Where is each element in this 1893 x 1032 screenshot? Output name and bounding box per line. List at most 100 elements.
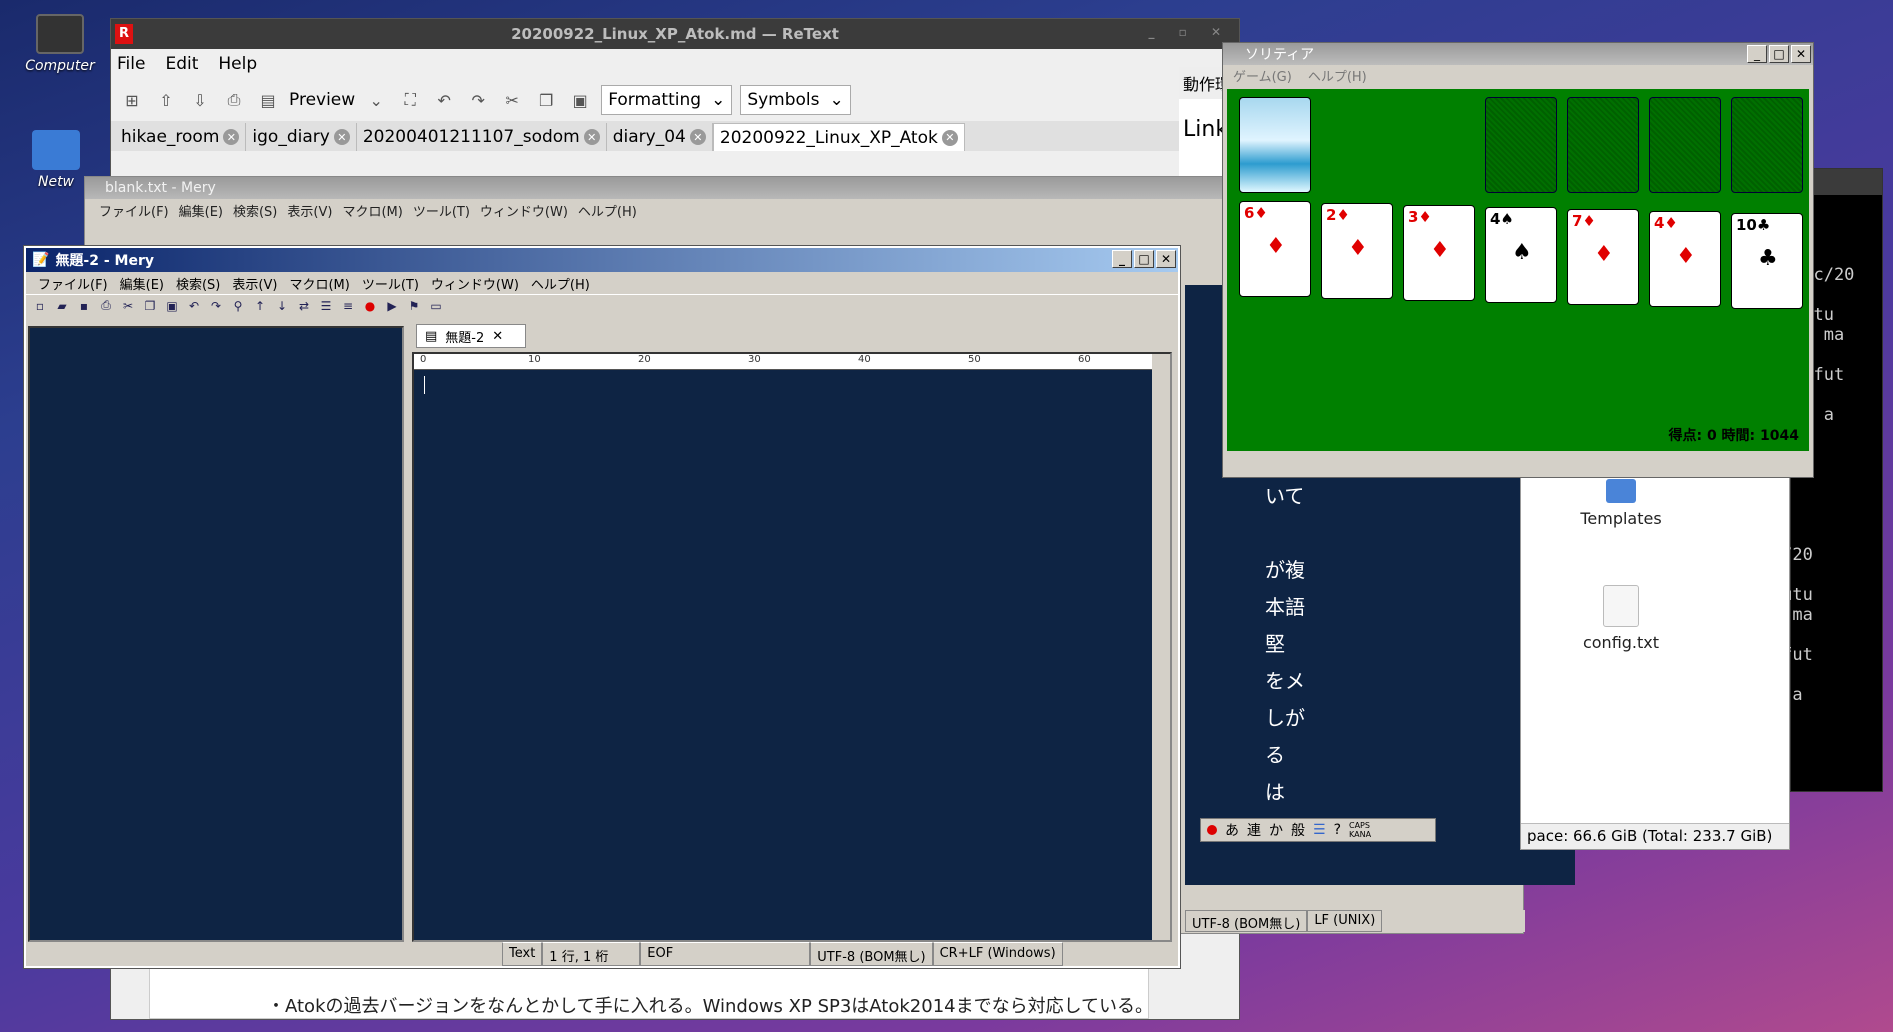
close-icon[interactable]: ✕ [941, 129, 958, 146]
tab-linux-xp-atok[interactable]: 20200922_Linux_XP_Atok ✕ [712, 123, 965, 151]
chevron-down-icon[interactable]: ⌄ [363, 87, 389, 113]
menu-tools[interactable]: ツール(T) [413, 201, 470, 220]
retext-titlebar[interactable]: R 20200922_Linux_XP_Atok.md — ReText _ ▫… [111, 19, 1239, 49]
print-icon[interactable]: ⎙ [98, 298, 114, 314]
menu-help[interactable]: ヘルプ(H) [1308, 66, 1367, 85]
new-file-icon[interactable]: ⊞ [119, 87, 145, 113]
menu-search[interactable]: 検索(S) [176, 274, 220, 293]
ime-mode-han[interactable]: 般 [1291, 820, 1305, 840]
record-macro-icon[interactable]: ● [362, 298, 378, 314]
tableau-card[interactable]: 4♠ ♠ [1485, 207, 1557, 303]
replace-icon[interactable]: ⇄ [296, 298, 312, 314]
download-icon[interactable]: ⇩ [187, 87, 213, 113]
undo-icon[interactable]: ↶ [431, 87, 457, 113]
tableau-card[interactable]: 2♦ ♦ [1321, 203, 1393, 299]
maximize-button[interactable]: □ [1134, 250, 1154, 268]
tableau-card[interactable]: 4♦ ♦ [1649, 211, 1721, 307]
close-icon[interactable]: ✕ [223, 129, 240, 145]
menu-edit[interactable]: 編集(E) [179, 201, 223, 220]
stock-pile[interactable] [1239, 97, 1311, 193]
close-icon[interactable]: ✕ [492, 329, 503, 344]
pin-icon[interactable]: ⚑ [406, 298, 422, 314]
ime-mode-ren[interactable]: 連 [1247, 820, 1261, 840]
find-down-icon[interactable]: ↓ [274, 298, 290, 314]
list-icon[interactable]: ☰ [1313, 822, 1326, 838]
window-controls[interactable]: _ ▫ ✕ [1148, 25, 1231, 39]
file-item-config[interactable]: config.txt [1541, 585, 1701, 652]
mery-titlebar[interactable]: 📝 無題-2 - Mery _ □ ✕ [26, 248, 1178, 272]
desktop-icon-computer[interactable]: Computer [20, 14, 100, 74]
tableau-card[interactable]: 7♦ ♦ [1567, 209, 1639, 305]
redo-icon[interactable]: ↷ [465, 87, 491, 113]
menu-macro[interactable]: マクロ(M) [289, 274, 349, 293]
menu-help[interactable]: ヘルプ(H) [531, 274, 590, 293]
tab-hikae-room[interactable]: hikae_room ✕ [115, 123, 247, 151]
preview-button[interactable]: Preview [289, 90, 355, 110]
word-wrap-icon[interactable]: ≡ [340, 298, 356, 314]
menu-view[interactable]: 表示(V) [232, 274, 277, 293]
find-up-icon[interactable]: ↑ [252, 298, 268, 314]
find-icon[interactable]: ⚲ [230, 298, 246, 314]
tableau-card[interactable]: 10♣ ♣ [1731, 213, 1803, 309]
tableau-card[interactable]: 6♦ ♦ [1239, 201, 1311, 297]
foundation-slot[interactable] [1567, 97, 1639, 193]
menu-edit[interactable]: Edit [165, 54, 198, 74]
close-button[interactable]: ✕ [1791, 45, 1811, 63]
menu-macro[interactable]: マクロ(M) [342, 201, 402, 220]
menu-tools[interactable]: ツール(T) [362, 274, 419, 293]
menu-window[interactable]: ウィンドウ(W) [431, 274, 519, 293]
print-icon[interactable]: ⎙ [221, 87, 247, 113]
menu-search[interactable]: 検索(S) [233, 201, 277, 220]
foundation-slot[interactable] [1485, 97, 1557, 193]
minimize-button[interactable]: _ [1112, 250, 1132, 268]
menu-game[interactable]: ゲーム(G) [1233, 66, 1292, 85]
vertical-scrollbar[interactable] [1152, 354, 1170, 940]
close-icon[interactable]: ✕ [689, 129, 706, 145]
help-icon[interactable]: ? [1334, 822, 1341, 838]
menu-file[interactable]: ファイル(F) [99, 201, 169, 220]
record-icon[interactable] [1207, 825, 1217, 835]
tab-diary-04[interactable]: diary_04 ✕ [607, 123, 713, 151]
close-icon[interactable]: ✕ [333, 129, 350, 145]
undo-icon[interactable]: ↶ [186, 298, 202, 314]
tab-sodom[interactable]: 20200401211107_sodom ✕ [357, 123, 607, 151]
outline-pane[interactable] [28, 326, 404, 942]
maximize-button[interactable]: □ [1769, 45, 1789, 63]
preview-icon[interactable]: ▤ [255, 87, 281, 113]
upload-icon[interactable]: ⇧ [153, 87, 179, 113]
ime-mode-hiragana[interactable]: あ [1225, 820, 1239, 840]
ime-mode-ka[interactable]: か [1269, 820, 1283, 840]
save-icon[interactable]: ▪ [76, 298, 92, 314]
symbols-select[interactable]: Symbols ⌄ [740, 85, 851, 115]
menu-window[interactable]: ウィンドウ(W) [480, 201, 568, 220]
paste-icon[interactable]: ▣ [164, 298, 180, 314]
solitaire-titlebar[interactable]: ソリティア _ □ ✕ [1223, 43, 1813, 65]
foundation-slot[interactable] [1731, 97, 1803, 193]
cut-icon[interactable]: ✂ [120, 298, 136, 314]
menu-file[interactable]: File [117, 54, 145, 74]
menu-edit[interactable]: 編集(E) [120, 274, 164, 293]
open-folder-icon[interactable]: ▰ [54, 298, 70, 314]
foundation-slot[interactable] [1649, 97, 1721, 193]
menu-help[interactable]: ヘルプ(H) [578, 201, 637, 220]
outline-icon[interactable]: ☰ [318, 298, 334, 314]
file-item-templates[interactable]: Templates [1541, 479, 1701, 528]
minimize-button[interactable]: _ [1747, 45, 1767, 63]
copy-icon[interactable]: ❐ [533, 87, 559, 113]
close-button[interactable]: ✕ [1156, 250, 1176, 268]
tab-igo-diary[interactable]: igo_diary ✕ [246, 123, 357, 151]
play-macro-icon[interactable]: ▶ [384, 298, 400, 314]
menu-file[interactable]: ファイル(F) [38, 274, 108, 293]
menu-view[interactable]: 表示(V) [287, 201, 332, 220]
fullscreen-icon[interactable]: ⛶ [397, 87, 423, 113]
tableau-card[interactable]: 3♦ ♦ [1403, 205, 1475, 301]
formatting-select[interactable]: Formatting ⌄ [601, 85, 733, 115]
redo-icon[interactable]: ↷ [208, 298, 224, 314]
paste-icon[interactable]: ▣ [567, 87, 593, 113]
new-file-icon[interactable]: ▫ [32, 298, 48, 314]
cut-icon[interactable]: ✂ [499, 87, 525, 113]
tab-untitled-2[interactable]: ▤ 無題-2 ✕ [416, 324, 526, 348]
copy-icon[interactable]: ❐ [142, 298, 158, 314]
menu-help[interactable]: Help [218, 54, 257, 74]
close-icon[interactable]: ✕ [583, 129, 600, 145]
